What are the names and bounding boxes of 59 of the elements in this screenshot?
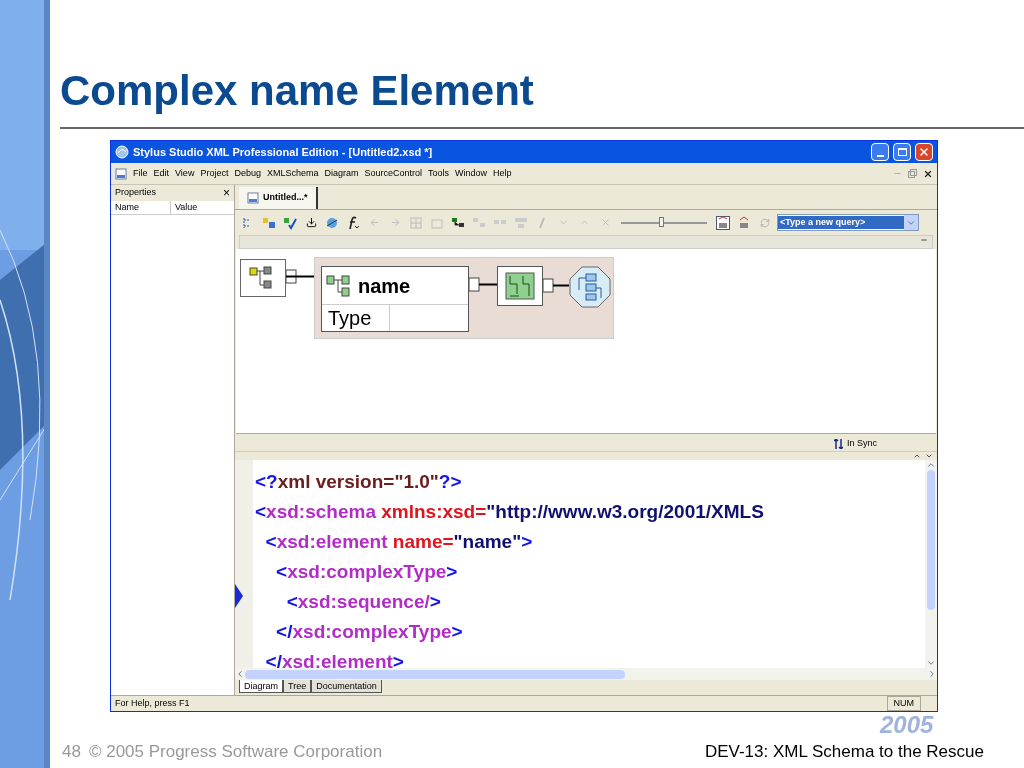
schema-node[interactable]	[240, 259, 286, 297]
view-tab[interactable]: Documentation	[311, 680, 382, 693]
horizontal-scrollbar[interactable]	[235, 668, 937, 680]
menu-item[interactable]: View	[175, 166, 195, 181]
code-line: <xsd:schema xmlns:xsd="http://www.w3.org/2001/XMLS	[255, 499, 765, 524]
zoom-slider[interactable]	[621, 216, 707, 229]
view-tab[interactable]: Diagram	[239, 680, 283, 693]
window-title: Stylus Studio XML Professional Edition - [Untitled2.xsd *]	[133, 144, 434, 160]
menu-item[interactable]: Tools	[428, 166, 450, 181]
close-button[interactable]	[915, 143, 933, 161]
restore-icon[interactable]	[908, 169, 917, 178]
close-button[interactable]: ×	[223, 187, 230, 199]
sync-icon	[834, 438, 843, 449]
menu-item[interactable]: Diagram	[324, 166, 359, 181]
document-icon	[115, 167, 127, 180]
close-icon[interactable]	[923, 168, 933, 179]
menu-item[interactable]: SourceControl	[364, 166, 422, 181]
sequence-node[interactable]	[497, 266, 543, 306]
code-line: <xsd:complexType>	[275, 559, 459, 584]
menu-item[interactable]: Debug	[234, 166, 261, 181]
close-icon	[918, 146, 930, 158]
collapse-icon[interactable]	[920, 236, 928, 244]
column-header[interactable]: Name	[111, 201, 171, 214]
type-label: Type	[322, 305, 390, 331]
dropdown-icon[interactable]	[904, 215, 918, 230]
minimize-button[interactable]	[871, 143, 889, 161]
code-line: <xsd:element name="name">	[264, 529, 534, 554]
query-combo[interactable]: <Type a new query>	[777, 214, 919, 231]
slide-number: 48	[62, 741, 81, 763]
sequence-compositor-icon[interactable]	[569, 266, 611, 308]
column-header[interactable]: Value	[171, 201, 202, 214]
element-node[interactable]: name Type	[321, 266, 469, 332]
code-line: </xsd:element>	[264, 649, 405, 668]
menu-item[interactable]: Edit	[153, 166, 170, 181]
sync-status: In Sync	[847, 436, 877, 450]
element-name: name	[358, 273, 411, 299]
code-line: </xsd:complexType>	[275, 619, 464, 644]
document-icon	[247, 192, 259, 204]
menu-item[interactable]: Project	[200, 166, 229, 181]
maximize-button[interactable]	[893, 143, 911, 161]
code-line: <xsd:sequence/>	[285, 589, 442, 614]
presentation-title: DEV-13: XML Schema to the Rescue	[704, 741, 984, 763]
slide-title: Complex name Element	[60, 70, 534, 112]
app-icon	[115, 145, 129, 159]
menu-item[interactable]: XMLSchema	[266, 166, 319, 181]
view-tab[interactable]: Tree	[283, 680, 312, 693]
menu-item[interactable]: Help	[493, 166, 512, 181]
menu-item[interactable]: Window	[455, 166, 488, 181]
menu-item[interactable]: File	[133, 166, 148, 181]
code-line: <?xml version="1.0"?>	[255, 469, 463, 494]
scroll-down-icon[interactable]	[925, 452, 933, 460]
panel-title: Properties	[115, 186, 157, 200]
status-message: For Help, press F1	[115, 696, 190, 710]
scroll-right-icon[interactable]	[927, 669, 937, 679]
logo-year: 2005	[880, 713, 934, 737]
document-tab[interactable]: Untitled...*	[239, 187, 318, 209]
scroll-left-icon[interactable]	[235, 669, 245, 679]
copyright-text: © 2005 Progress Software Corporation	[88, 741, 383, 763]
num-lock-indicator: NUM	[886, 695, 921, 712]
